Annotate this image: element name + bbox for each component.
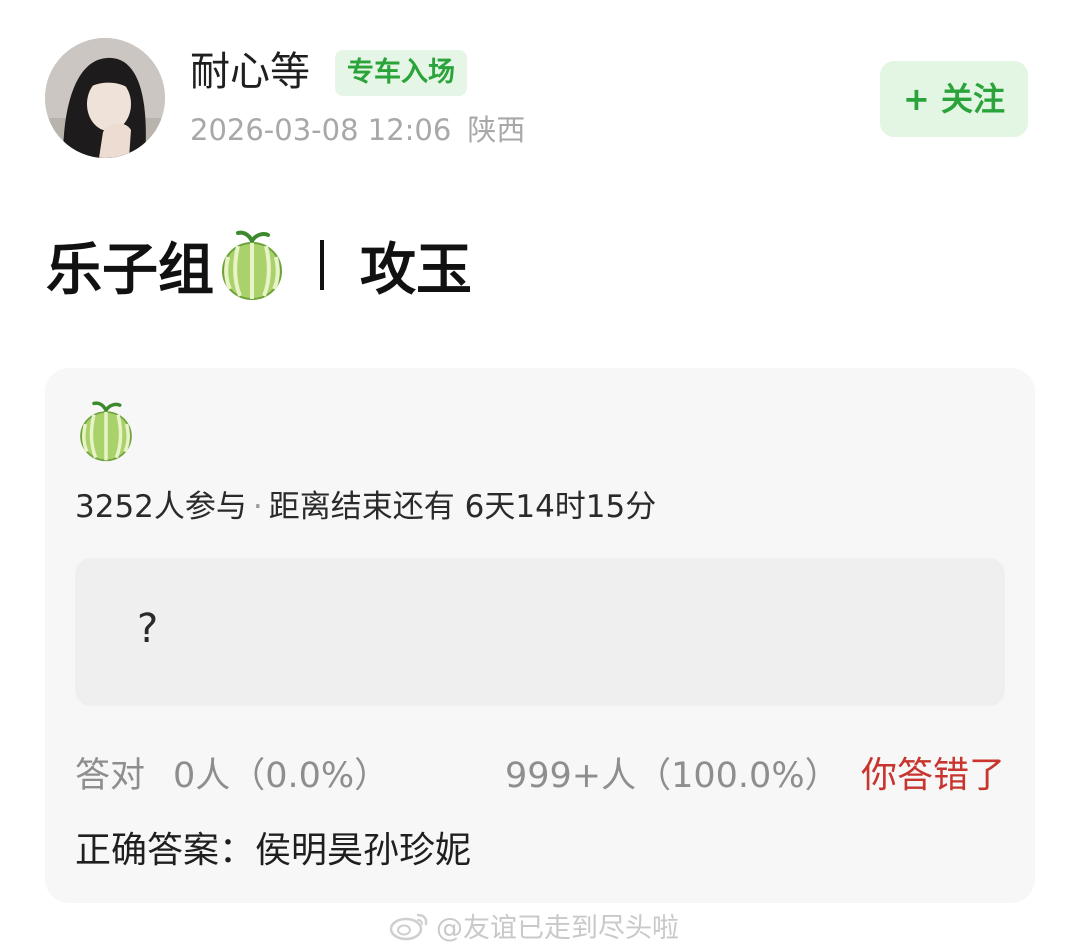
quiz-stats: 3252人参与 · 距离结束还有 6天14时15分: [75, 486, 656, 528]
post-meta: 2026-03-08 12:06 陕西: [190, 110, 525, 150]
watermark-text: @友谊已走到尽头啦: [436, 912, 679, 944]
participant-count: 3252人参与: [75, 489, 247, 525]
title-separator: [320, 240, 324, 290]
post-location: 陕西: [467, 113, 526, 147]
quiz-question[interactable]: ?: [75, 558, 1005, 706]
author-name[interactable]: 耐心等: [190, 46, 310, 98]
melon-icon: [80, 401, 132, 462]
correct-count: 0人（0.0%）: [173, 756, 390, 796]
avatar[interactable]: [45, 38, 165, 158]
follow-button[interactable]: + 关注: [880, 61, 1028, 137]
post-datetime: 2026-03-08 12:06: [190, 113, 452, 147]
post-title: 乐子组 攻玉: [46, 225, 472, 305]
correct-label: 答对: [75, 756, 146, 796]
quiz-results: 答对 0人（0.0%） 999+人（100.0%） 你答错了: [75, 753, 1005, 799]
countdown: 距离结束还有 6天14时15分: [268, 489, 657, 525]
quiz-card: 3252人参与 · 距离结束还有 6天14时15分 ? 答对 0人（0.0%） 99…: [45, 368, 1035, 903]
post-title-left: 乐子组: [46, 237, 214, 303]
stats-separator: ·: [252, 489, 263, 525]
answer-verdict: 你答错了: [860, 755, 1005, 796]
wrong-count: 999+人（100.0%）: [505, 756, 840, 796]
watermark: @友谊已走到尽头啦: [388, 905, 679, 945]
question-text: ?: [137, 606, 159, 652]
melon-icon: [222, 230, 282, 300]
vip-badge: 专车入场: [335, 50, 467, 96]
weibo-icon: [389, 913, 428, 941]
post-title-right: 攻玉: [360, 237, 472, 303]
correct-answer: 正确答案：侯明昊孙珍妮: [75, 830, 472, 871]
